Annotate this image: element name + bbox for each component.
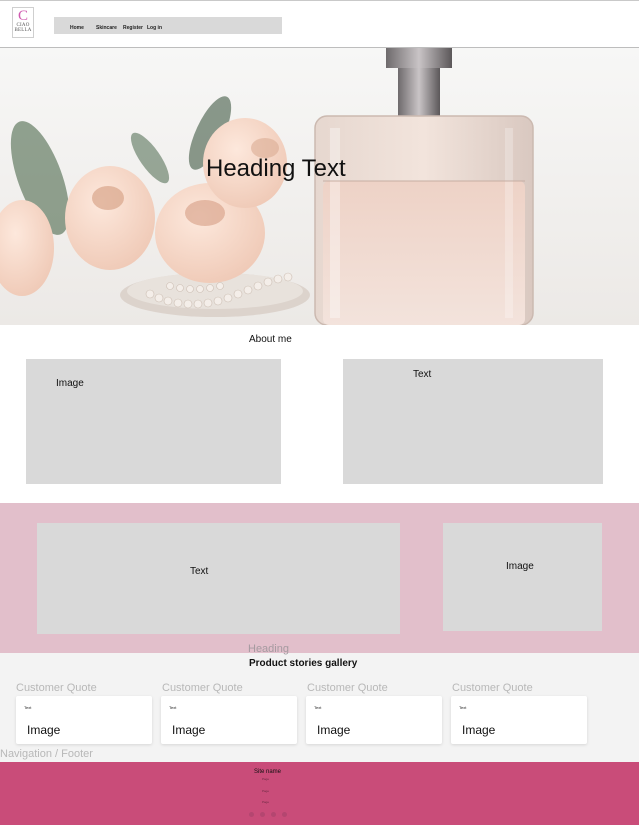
social-icon[interactable]	[249, 812, 254, 817]
customer-quote-label: Customer Quote	[162, 682, 243, 694]
social-icon[interactable]	[260, 812, 265, 817]
ciao-bella-logo[interactable]: C CIAO BELLA	[12, 7, 34, 38]
gallery-card[interactable]: Text Image	[16, 696, 152, 744]
band-image-placeholder	[443, 523, 602, 631]
gallery-card[interactable]: Text Image	[306, 696, 442, 744]
gallery-card[interactable]: Text Image	[451, 696, 587, 744]
footer-layer-label: Navigation / Footer	[0, 748, 93, 760]
nav-link-login[interactable]: Log in	[147, 25, 162, 31]
customer-quote-label: Customer Quote	[16, 682, 97, 694]
social-icon[interactable]	[282, 812, 287, 817]
card-text: Text	[459, 705, 467, 710]
band-image-label: Image	[506, 561, 534, 572]
card-image-label: Image	[27, 723, 61, 737]
nav-link-home[interactable]: Home	[70, 25, 84, 31]
about-image-label: Image	[56, 378, 84, 389]
nav-bar	[54, 17, 282, 34]
footer-page-link[interactable]: Page	[262, 789, 269, 793]
nav-link-skincare[interactable]: Skincare	[96, 25, 117, 31]
card-image-label: Image	[172, 723, 206, 737]
about-text-label: Text	[413, 369, 432, 380]
card-text: Text	[169, 705, 177, 710]
gallery-card[interactable]: Text Image	[161, 696, 297, 744]
gallery-layer-label: Heading	[248, 643, 289, 655]
footer-page-link[interactable]: Page	[262, 800, 269, 804]
hero-heading: Heading Text	[206, 155, 346, 182]
card-text: Text	[24, 705, 32, 710]
hero-photo	[0, 48, 639, 325]
card-image-label: Image	[317, 723, 351, 737]
gallery-title: Product stories gallery	[249, 658, 358, 669]
about-title: About me	[249, 334, 292, 345]
logo-letter: C	[17, 8, 28, 24]
social-icon[interactable]	[271, 812, 276, 817]
footer	[0, 762, 639, 825]
band-text-label: Text	[190, 566, 209, 577]
footer-site-name: Site name	[254, 769, 282, 775]
card-image-label: Image	[462, 723, 496, 737]
customer-quote-label: Customer Quote	[307, 682, 388, 694]
logo-word-2: BELLA	[14, 28, 32, 33]
card-text: Text	[314, 705, 322, 710]
nav-link-register[interactable]: Register	[123, 25, 143, 31]
about-text-placeholder	[343, 359, 603, 484]
customer-quote-label: Customer Quote	[452, 682, 533, 694]
footer-page-link[interactable]: Page	[262, 777, 269, 781]
hero-banner	[0, 48, 639, 325]
band-text-placeholder	[37, 523, 400, 634]
